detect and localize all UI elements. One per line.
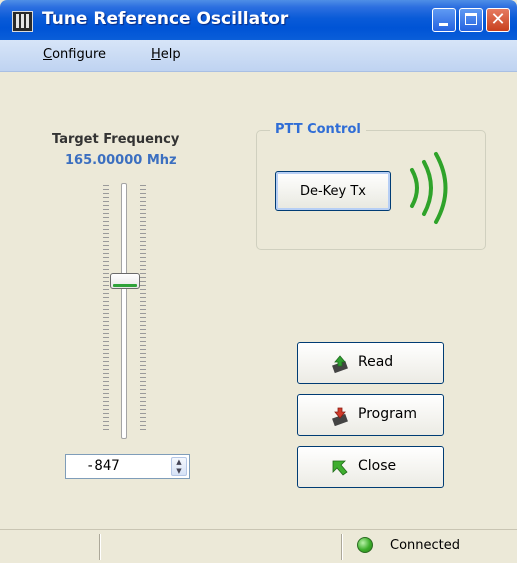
minimize-button[interactable] — [432, 8, 456, 32]
menu-configure-mnemonic: C — [43, 47, 53, 62]
minimize-icon — [439, 23, 448, 26]
program-button[interactable]: Program — [297, 394, 444, 436]
program-button-label: Program — [358, 406, 418, 422]
ptt-control-label: PTT Control — [270, 122, 366, 137]
close-button[interactable]: Close — [297, 446, 444, 488]
spin-up-icon[interactable]: ▲ — [172, 458, 186, 466]
title-bar[interactable]: Tune Reference Oscillator ✕ — [0, 0, 517, 40]
close-icon: ✕ — [490, 9, 506, 30]
frequency-slider-track[interactable] — [121, 183, 127, 439]
menu-help-label: elp — [160, 47, 181, 62]
chip-read-icon — [332, 355, 348, 374]
slider-ticks-left — [103, 185, 109, 433]
target-frequency-value: 165.00000 Mhz — [65, 153, 177, 168]
menu-help-mnemonic: H — [151, 47, 161, 62]
maximize-icon — [465, 13, 477, 25]
offset-value[interactable]: -847 — [86, 458, 120, 474]
spin-down-icon[interactable]: ▼ — [172, 467, 186, 475]
menu-bar: Configure Help — [0, 40, 517, 72]
spin-buttons[interactable]: ▲ ▼ — [171, 457, 187, 476]
menu-help[interactable]: Help — [151, 47, 181, 62]
status-separator — [99, 534, 101, 560]
window-title: Tune Reference Oscillator — [42, 9, 289, 29]
connection-status-icon — [357, 537, 373, 553]
dekey-tx-button[interactable]: De-Key Tx — [275, 171, 391, 211]
tune-reference-oscillator-window: Tune Reference Oscillator ✕ Configure He… — [0, 0, 517, 563]
close-window-button[interactable]: ✕ — [486, 8, 510, 32]
offset-spinbox[interactable]: -847 ▲ ▼ — [65, 454, 190, 479]
exit-arrow-icon — [332, 460, 348, 476]
slider-ticks-right — [140, 185, 146, 433]
slider-thumb-stripe — [113, 284, 137, 287]
read-button[interactable]: Read — [297, 342, 444, 384]
frequency-slider-thumb[interactable] — [110, 273, 140, 289]
close-button-label: Close — [358, 458, 397, 474]
chip-program-icon — [332, 407, 348, 426]
connection-status-text: Connected — [390, 538, 461, 553]
menu-configure[interactable]: Configure — [43, 47, 106, 62]
menu-configure-label: onfigure — [52, 47, 107, 62]
status-separator — [341, 534, 343, 560]
maximize-button[interactable] — [459, 8, 483, 32]
app-icon[interactable] — [12, 11, 33, 32]
transmit-signal-icon — [410, 152, 448, 224]
target-frequency-label: Target Frequency — [52, 132, 180, 147]
read-button-label: Read — [358, 354, 394, 370]
